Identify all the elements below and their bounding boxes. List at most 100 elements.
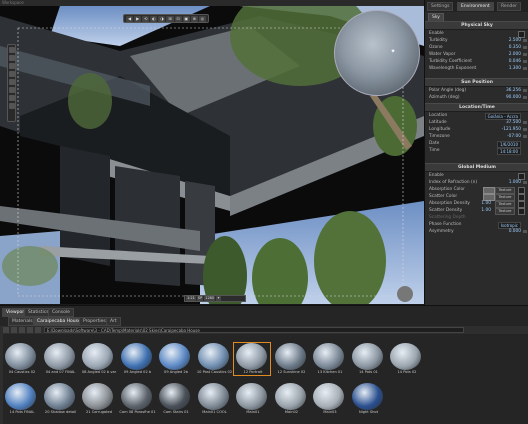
material-thumbnail[interactable]: 04 Caustics 02 xyxy=(3,343,39,375)
exposure-icon[interactable]: ◐ xyxy=(150,15,158,22)
param-value[interactable]: 0.046 xyxy=(509,58,521,65)
region-icon[interactable]: ▣ xyxy=(182,15,190,22)
sun-marker-icon[interactable]: ✦ xyxy=(390,49,396,55)
back-icon[interactable] xyxy=(3,327,9,333)
refresh-icon[interactable]: ⟲ xyxy=(142,15,150,22)
param-value[interactable]: 0.350 xyxy=(509,44,521,51)
focus-icon[interactable]: ◎ xyxy=(198,15,206,22)
prev-icon[interactable]: ◀ xyxy=(126,15,134,22)
sky-preview-icon xyxy=(5,343,36,370)
spinner-icon[interactable] xyxy=(523,128,527,131)
next-icon[interactable]: ▶ xyxy=(134,15,142,22)
material-thumbnail[interactable]: Cam 08 Porosfhe 01 xyxy=(119,383,156,415)
spinner-icon[interactable] xyxy=(523,135,527,138)
focus-tool-icon[interactable] xyxy=(9,87,15,93)
material-thumbnail[interactable]: Main03 xyxy=(311,383,347,415)
param-value[interactable]: 90.000 xyxy=(506,94,521,101)
param-value[interactable]: 1.00 xyxy=(481,207,491,214)
thumbnail-caption: Main02 xyxy=(284,410,299,414)
material-thumbnail[interactable]: 04 and 07 FINAL xyxy=(42,343,78,375)
material-thumbnail[interactable]: Main01 xyxy=(234,383,270,415)
param-value[interactable]: 1.300 xyxy=(509,65,521,72)
status-zoom: 1:21 xyxy=(186,296,196,301)
tab-settings[interactable]: Settings xyxy=(427,2,454,11)
tab-environment[interactable]: Environment xyxy=(457,2,494,11)
location-time-section: Location/Time Location Goiânia - Accra La… xyxy=(425,103,528,155)
material-thumbnail[interactable]: 14 Pots 01 xyxy=(350,343,386,375)
param-label: Timezone xyxy=(429,134,450,139)
section-header[interactable]: Sun Position xyxy=(425,78,528,87)
camera-tool-icon[interactable] xyxy=(9,103,15,109)
tab-render[interactable]: Render xyxy=(497,2,522,11)
material-thumbnail[interactable]: Main01 COOL xyxy=(196,383,232,415)
refresh-icon[interactable] xyxy=(27,327,33,333)
material-thumbnail[interactable]: 09 Angled 02 b xyxy=(119,343,155,375)
spinner-icon[interactable] xyxy=(523,121,527,124)
material-thumbnail[interactable]: 14 Pots FINAL xyxy=(3,383,39,415)
material-thumbnail[interactable]: 12 Sunshine 02 xyxy=(273,343,309,375)
forward-icon[interactable] xyxy=(11,327,17,333)
spinner-icon[interactable] xyxy=(523,39,527,42)
spinner-icon[interactable] xyxy=(523,60,527,63)
enable-row: Enable xyxy=(425,172,528,180)
param-value[interactable]: 1.000 xyxy=(509,179,521,186)
material-thumbnail[interactable]: Cam Stairs 01 xyxy=(157,383,193,415)
frame-icon[interactable]: ⊡ xyxy=(174,15,182,22)
material-thumbnail[interactable]: 20 Shadow detail xyxy=(42,383,78,415)
material-thumbnail[interactable]: 09 Angled 2b xyxy=(157,343,193,375)
param-row: Timezone -07:00 xyxy=(425,133,528,140)
material-thumbnail[interactable]: 12 Portrait xyxy=(233,342,271,376)
rotate-tool-icon[interactable] xyxy=(9,63,15,69)
sky-preview-icon xyxy=(120,343,152,370)
spinner-icon[interactable] xyxy=(523,181,527,184)
param-value[interactable]: 36.256 xyxy=(506,87,521,94)
zoom-tool-icon[interactable] xyxy=(9,71,15,77)
up-folder-icon[interactable] xyxy=(19,327,25,333)
spinner-icon[interactable] xyxy=(523,53,527,56)
tab-caraipecaba-house[interactable]: Caraipecaba House xyxy=(33,317,85,326)
param-value[interactable]: -07:00 xyxy=(507,133,521,140)
thumbnail-caption: 04 Caustics 02 xyxy=(8,370,36,374)
pick-tool-icon[interactable] xyxy=(9,95,15,101)
param-value[interactable]: 2.500 xyxy=(509,37,521,44)
param-value[interactable]: 0.000 xyxy=(509,228,521,235)
material-thumbnail[interactable]: 21 Corrugated xyxy=(80,383,116,415)
param-row: Wavelength Exponent 1.300 xyxy=(425,65,528,72)
path-field[interactable]: E:\Downloads\Software\3 - CAD\Temp\Mater… xyxy=(44,327,464,333)
status-star-icon[interactable]: ✦ xyxy=(216,296,222,301)
pan-tool-icon[interactable] xyxy=(9,79,15,85)
spinner-icon[interactable] xyxy=(523,89,527,92)
material-thumbnail[interactable]: 10 Post Caustics 02 xyxy=(196,343,232,375)
contrast-icon[interactable]: ◑ xyxy=(158,15,166,22)
grid-icon[interactable]: ⊞ xyxy=(166,15,174,22)
param-row: Asymmetry 0.000 xyxy=(425,228,528,235)
select-tool-icon[interactable] xyxy=(9,47,15,53)
material-thumbnail[interactable]: 14 Pots 02 xyxy=(388,343,424,375)
tab-art[interactable]: Art xyxy=(106,317,121,326)
param-value[interactable]: -121.950 xyxy=(502,126,521,133)
spinner-icon[interactable] xyxy=(523,96,527,99)
material-thumbnail[interactable]: Main02 xyxy=(273,383,309,415)
param-value[interactable]: 37.500 xyxy=(506,119,521,126)
folder-icon[interactable] xyxy=(35,327,41,333)
param-label: Location xyxy=(429,113,448,118)
spinner-icon[interactable] xyxy=(523,230,527,233)
sky-preview-sphere[interactable] xyxy=(334,10,420,96)
section-header[interactable]: Location/Time xyxy=(425,103,528,112)
spinner-icon[interactable] xyxy=(523,67,527,70)
param-label: Ozone xyxy=(429,45,443,50)
material-thumbnail[interactable]: 13 Kitchen 01 xyxy=(311,343,347,375)
param-value[interactable]: 1.00 xyxy=(481,200,491,207)
param-value[interactable]: 2.000 xyxy=(509,51,521,58)
sky-preview-icon xyxy=(197,383,229,410)
spinner-icon[interactable] xyxy=(523,46,527,49)
time-field[interactable]: 14:18:00 xyxy=(497,148,521,155)
zoom-icon[interactable]: ⊕ xyxy=(190,15,198,22)
material-thumbnail[interactable]: Night Shot xyxy=(350,383,386,415)
material-thumbnail[interactable]: 08 Angled 02 b var xyxy=(80,343,116,375)
section-header[interactable]: Global Medium xyxy=(425,163,528,172)
move-tool-icon[interactable] xyxy=(9,55,15,61)
param-label: Turbidity Coefficient xyxy=(429,59,472,64)
section-header[interactable]: Physical Sky xyxy=(425,21,528,30)
tab-console[interactable]: Console xyxy=(48,308,74,317)
